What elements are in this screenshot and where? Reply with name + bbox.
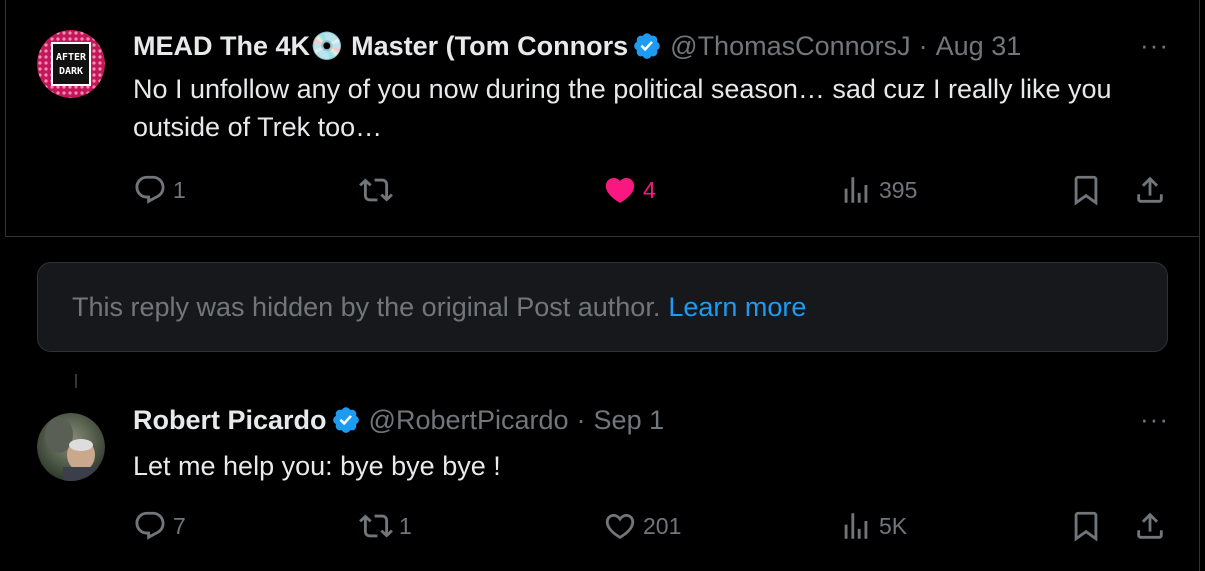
like-button[interactable]: 201 bbox=[603, 509, 681, 543]
reply-button[interactable]: 1 bbox=[133, 173, 186, 207]
thread-connector-line bbox=[75, 374, 77, 388]
like-button[interactable]: 4 bbox=[603, 173, 656, 207]
hidden-reply-notice: This reply was hidden by the original Po… bbox=[37, 262, 1168, 352]
reply-icon bbox=[135, 511, 165, 540]
verified-badge-icon bbox=[634, 33, 660, 59]
learn-more-link[interactable]: Learn more bbox=[668, 292, 806, 323]
tweet-actions: 7 1 201 5K bbox=[133, 509, 1175, 549]
view-count: 395 bbox=[879, 176, 918, 203]
tweet-text: Let me help you: bye bye bye ! bbox=[133, 451, 501, 481]
like-count: 4 bbox=[643, 176, 656, 203]
share-button[interactable] bbox=[1133, 509, 1167, 543]
tweet-actions: 1 4 395 bbox=[133, 173, 1175, 213]
view-count: 5K bbox=[879, 512, 908, 539]
separator-dot: · bbox=[576, 404, 586, 435]
tweet[interactable]: AFTER DARK MEAD The 4K💿 Master (Tom Conn… bbox=[0, 0, 1205, 236]
avatar[interactable] bbox=[37, 413, 105, 481]
bookmark-button[interactable] bbox=[1069, 173, 1103, 207]
repost-button[interactable] bbox=[359, 173, 399, 207]
reply-button[interactable]: 7 bbox=[133, 509, 186, 543]
heart-outline-icon bbox=[605, 513, 635, 539]
reply-count: 7 bbox=[173, 512, 186, 539]
more-options-icon[interactable]: ··· bbox=[1140, 30, 1169, 61]
tweet-date[interactable]: Sep 1 bbox=[594, 405, 665, 436]
verified-badge-icon bbox=[332, 407, 359, 433]
author-name-wrap[interactable]: MEAD The 4K💿 Master (Tom Connors bbox=[133, 30, 670, 62]
tweet-header: Robert Picardo @RobertPicardo · Sep 1 bbox=[133, 400, 1165, 440]
hidden-reply-text: This reply was hidden by the original Po… bbox=[72, 291, 661, 322]
views-button[interactable]: 395 bbox=[839, 173, 917, 207]
timeline: AFTER DARK MEAD The 4K💿 Master (Tom Conn… bbox=[0, 0, 1205, 571]
after-dark-avatar-image: AFTER DARK bbox=[37, 30, 105, 98]
author-handle[interactable]: @RobertPicardo bbox=[369, 405, 569, 436]
author-name-wrap[interactable]: Robert Picardo bbox=[133, 405, 369, 436]
share-icon bbox=[1137, 176, 1163, 203]
views-chart-icon bbox=[844, 513, 868, 539]
repost-icon bbox=[359, 178, 393, 202]
bookmark-icon bbox=[1074, 511, 1098, 542]
avatar-logo-top: AFTER bbox=[56, 52, 87, 63]
heart-filled-icon bbox=[605, 177, 635, 203]
reply-icon bbox=[135, 175, 165, 204]
author-name[interactable]: MEAD The 4K💿 Master (Tom Connors bbox=[133, 30, 628, 62]
share-icon bbox=[1137, 512, 1163, 539]
share-button[interactable] bbox=[1133, 173, 1167, 207]
tweet-divider bbox=[5, 236, 1200, 237]
avatar-logo-bottom: DARK bbox=[59, 66, 83, 77]
repost-icon bbox=[359, 514, 393, 538]
repost-count: 1 bbox=[399, 512, 412, 539]
tweet-header: MEAD The 4K💿 Master (Tom Connors @Thomas… bbox=[133, 26, 1165, 66]
views-button[interactable]: 5K bbox=[839, 509, 907, 543]
tweet-text: No I unfollow any of you now during the … bbox=[133, 74, 1112, 142]
reply-count: 1 bbox=[173, 176, 186, 203]
views-chart-icon bbox=[844, 177, 868, 203]
tweet-date[interactable]: Aug 31 bbox=[936, 31, 1022, 62]
robert-picardo-avatar-image bbox=[37, 413, 105, 481]
author-name[interactable]: Robert Picardo bbox=[133, 405, 327, 436]
bookmark-icon bbox=[1074, 175, 1098, 206]
like-count: 201 bbox=[643, 512, 682, 539]
repost-button[interactable]: 1 bbox=[359, 509, 412, 543]
separator-dot: · bbox=[918, 30, 928, 61]
avatar[interactable]: AFTER DARK bbox=[37, 30, 105, 98]
author-handle[interactable]: @ThomasConnorsJ bbox=[670, 31, 911, 62]
more-options-icon[interactable]: ··· bbox=[1140, 404, 1169, 435]
bookmark-button[interactable] bbox=[1069, 509, 1103, 543]
